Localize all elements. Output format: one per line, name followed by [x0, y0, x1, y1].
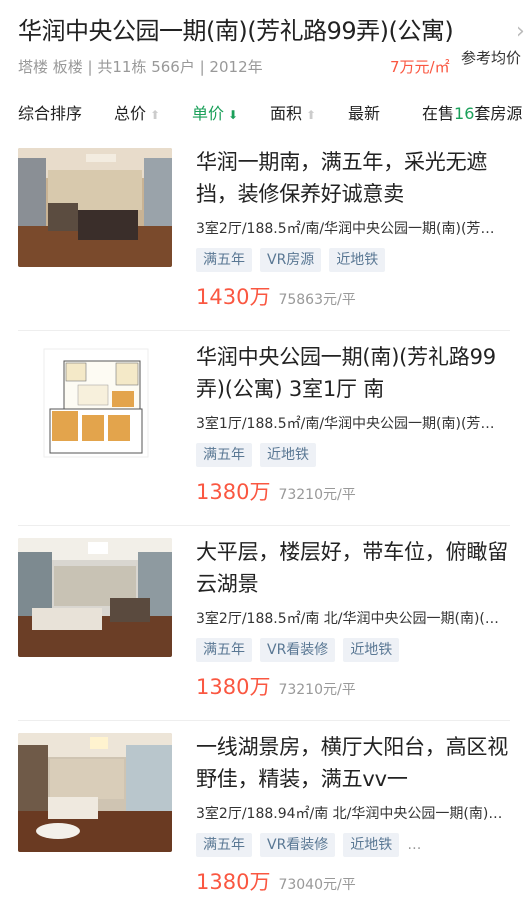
listing-tags: 满五年 近地铁	[196, 443, 324, 469]
tag: 近地铁	[329, 248, 386, 272]
tag: 满五年	[196, 443, 252, 467]
arrow-up-icon: ⬆	[306, 108, 317, 122]
tag: VR看装修	[260, 833, 336, 857]
tag: VR房源	[260, 248, 322, 272]
avg-price-label: 参考均价	[461, 49, 522, 67]
tag: 满五年	[196, 638, 252, 662]
listing-tags: 满五年 VR房源 近地铁	[196, 248, 393, 274]
sort-newest[interactable]: 最新	[348, 104, 380, 124]
tag: 近地铁	[343, 833, 400, 857]
sort-label: 最新	[348, 104, 381, 123]
sort-area[interactable]: 面积 ⬆	[270, 104, 316, 125]
listing-price: 1430万 75863元/平	[196, 281, 356, 311]
total-price: 1430万	[196, 285, 271, 309]
listing-meta: 3室2厅/188.5㎡/南 北/华润中央公园一期(南)(芳礼路99弄)(公寓)	[196, 611, 504, 627]
sort-label: 总价	[114, 104, 147, 123]
floorplan-image[interactable]	[18, 343, 172, 462]
community-title[interactable]: 华润中央公园一期(南)(芳礼路99弄)(公寓)	[18, 14, 454, 48]
sort-label: 综合排序	[18, 104, 83, 123]
sort-bar: 综合排序 总价 ⬆ 单价 ⬇ 面积 ⬆ 最新 在售16套房源	[0, 92, 528, 136]
listing-meta: 3室2厅/188.94㎡/南 北/华润中央公园一期(南)(芳礼路99弄)(公寓)	[196, 806, 504, 822]
community-header: 华润中央公园一期(南)(芳礼路99弄)(公寓) › 塔楼 板楼 | 共11栋 5…	[0, 0, 528, 92]
listing-card[interactable]: 华润中央公园一期(南)(芳礼路99弄)(公寓) 3室1厅 南 3室1厅/188.…	[0, 331, 528, 526]
avg-price: 7万元/㎡	[390, 58, 450, 76]
tag: 满五年	[196, 833, 252, 857]
listing-price: 1380万 73040元/平	[196, 866, 356, 896]
listing-card[interactable]: 大平层，楼层好，带车位，俯瞰留云湖景 3室2厅/188.5㎡/南 北/华润中央公…	[0, 526, 528, 721]
count-suffix: 套房源	[474, 104, 523, 123]
listing-photo[interactable]	[18, 148, 172, 267]
listing-meta: 3室2厅/188.5㎡/南/华润中央公园一期(南)(芳礼路99弄)(公寓)	[196, 221, 504, 237]
sort-total-price[interactable]: 总价 ⬆	[114, 104, 160, 125]
tag: VR看装修	[260, 638, 336, 662]
listing-photo[interactable]	[18, 733, 172, 852]
listing-card[interactable]: 一线湖景房，横厅大阳台，高区视野佳，精装，满五vv一 3室2厅/188.94㎡/…	[0, 721, 528, 916]
listing-count: 在售16套房源	[422, 104, 522, 124]
listing-photo[interactable]	[18, 538, 172, 657]
listing-price: 1380万 73210元/平	[196, 476, 356, 506]
sort-label: 单价	[192, 104, 225, 123]
community-subtitle: 塔楼 板楼 | 共11栋 566户 | 2012年	[18, 58, 263, 76]
listing-tags: 满五年 VR看装修 近地铁 …	[196, 833, 421, 859]
listing-card[interactable]: 华润一期南，满五年，采光无遮挡，装修保养好诚意卖 3室2厅/188.5㎡/南/华…	[0, 136, 528, 331]
total-price: 1380万	[196, 870, 271, 894]
arrow-down-icon: ⬇	[228, 108, 239, 122]
tag: 近地铁	[260, 443, 316, 467]
listing-meta: 3室1厅/188.5㎡/南/华润中央公园一期(南)(芳礼路99弄)(公寓)	[196, 416, 504, 432]
arrow-up-icon: ⬆	[150, 108, 161, 122]
listing-title[interactable]: 大平层，楼层好，带车位，俯瞰留云湖景	[196, 536, 512, 600]
sort-label: 面积	[270, 104, 303, 123]
more-tags-icon[interactable]: …	[407, 833, 421, 857]
tag: 近地铁	[343, 638, 400, 662]
total-price: 1380万	[196, 675, 271, 699]
listing-tags: 满五年 VR看装修 近地铁	[196, 638, 407, 664]
listing-price: 1380万 73210元/平	[196, 671, 356, 701]
sort-unit-price[interactable]: 单价 ⬇	[192, 104, 238, 125]
unit-price: 73210元/平	[278, 487, 356, 503]
count-number: 16	[454, 104, 475, 123]
listing-title[interactable]: 华润中央公园一期(南)(芳礼路99弄)(公寓) 3室1厅 南	[196, 341, 512, 405]
tag: 满五年	[196, 248, 252, 272]
chevron-right-icon[interactable]: ›	[516, 18, 525, 46]
listing-title[interactable]: 一线湖景房，横厅大阳台，高区视野佳，精装，满五vv一	[196, 731, 512, 795]
count-prefix: 在售	[422, 104, 455, 123]
listing-title[interactable]: 华润一期南，满五年，采光无遮挡，装修保养好诚意卖	[196, 146, 512, 210]
unit-price: 73040元/平	[278, 877, 356, 893]
unit-price: 75863元/平	[278, 292, 356, 308]
total-price: 1380万	[196, 480, 271, 504]
unit-price: 73210元/平	[278, 682, 356, 698]
sort-comprehensive[interactable]: 综合排序	[18, 104, 82, 124]
